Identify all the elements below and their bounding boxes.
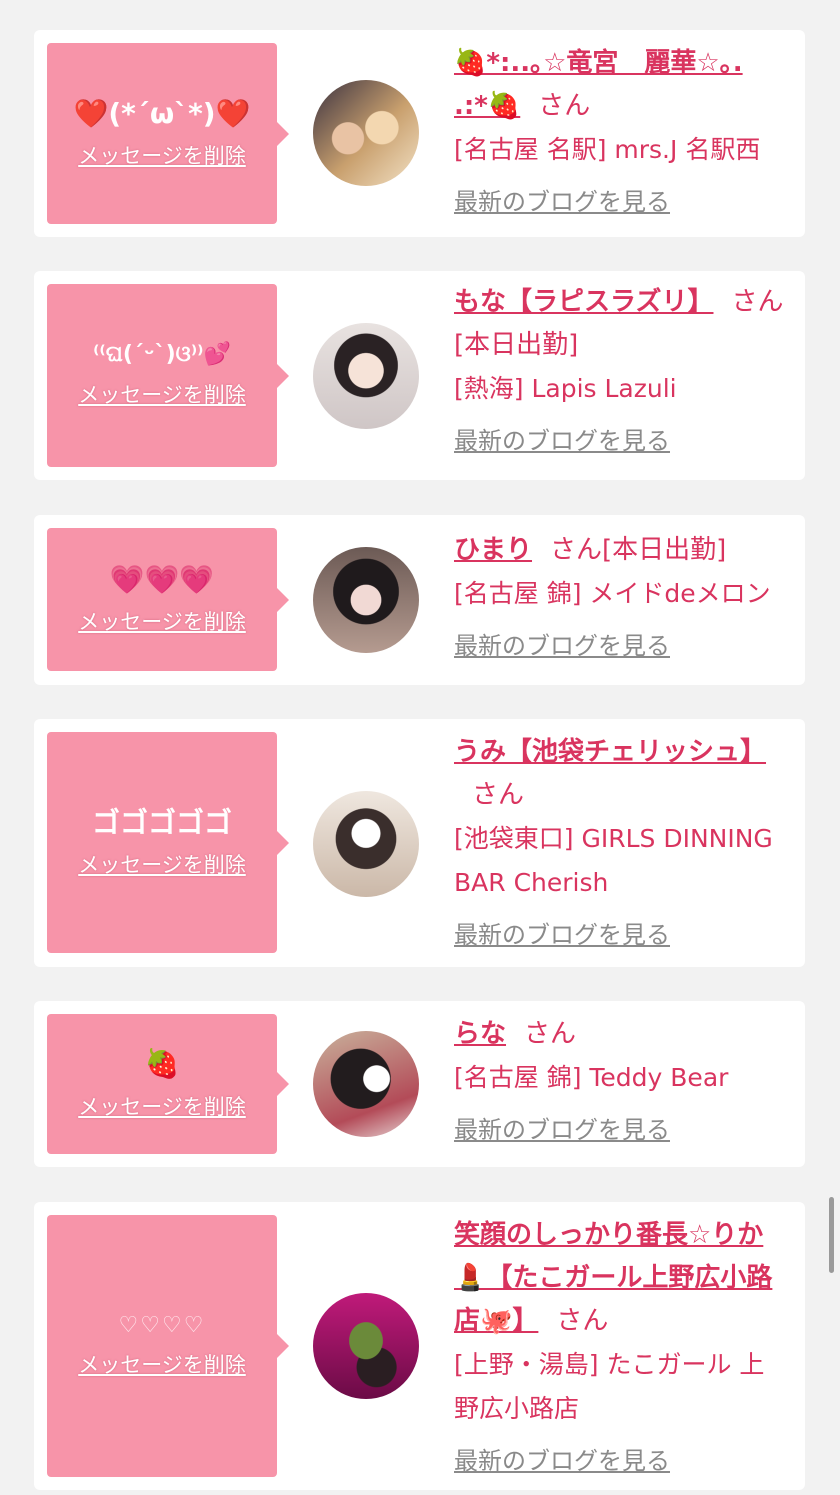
scrollbar[interactable] xyxy=(829,1197,834,1273)
name-line: もな【ラピスラズリ】 さん [本日出勤] xyxy=(454,281,785,367)
status-text: [本日出勤] xyxy=(454,330,579,360)
girl-name-link[interactable]: ひまり xyxy=(454,535,532,565)
honorific: さん xyxy=(731,287,784,317)
message-text: ゴゴゴゴゴ xyxy=(91,805,232,839)
shop-info: [名古屋 名駅] mrs.J 名駅西 xyxy=(454,135,761,164)
delete-message-link[interactable]: メッセージを削除 xyxy=(78,606,246,636)
favorite-card: ゴゴゴゴゴ メッセージを削除 うみ【池袋チェリッシュ】さん [池袋東口] GIR… xyxy=(34,719,805,967)
delete-message-link[interactable]: メッセージを削除 xyxy=(78,379,246,409)
avatar[interactable] xyxy=(313,547,419,653)
girl-info: うみ【池袋チェリッシュ】さん [池袋東口] GIRLS DINNING BAR … xyxy=(454,731,785,950)
shop-info: [名古屋 錦] Teddy Bear xyxy=(454,1063,729,1092)
message-text: ♡♡♡♡ xyxy=(118,1312,206,1338)
message-text: ⁽⁽ଘ(ˊᵕˋ)ଓ⁾⁾💕 xyxy=(93,342,231,368)
avatar[interactable] xyxy=(313,1031,419,1137)
avatar[interactable] xyxy=(313,80,419,186)
name-line: うみ【池袋チェリッシュ】さん xyxy=(454,731,785,817)
favorite-card: 💗💗💗 メッセージを削除 ひまり さん[本日出勤] [名古屋 錦] メイドdeメロ… xyxy=(34,515,805,685)
girl-info: らな さん [名古屋 錦] Teddy Bear 最新のブログを見る xyxy=(454,1013,785,1145)
name-line: 笑顔のしっかり番長☆りか💄【たこガール上野広小路店🐙】 さん xyxy=(454,1214,785,1343)
shop-info: [上野・湯島] たこガール 上野広小路店 xyxy=(454,1350,765,1423)
message-box: ⁽⁽ଘ(ˊᵕˋ)ଓ⁾⁾💕 メッセージを削除 xyxy=(47,284,289,467)
favorite-card: ⁽⁽ଘ(ˊᵕˋ)ଓ⁾⁾💕 メッセージを削除 もな【ラピスラズリ】 さん [本日出勤]… xyxy=(34,271,805,480)
honorific: さん xyxy=(550,535,603,565)
delete-message-link[interactable]: メッセージを削除 xyxy=(78,1349,246,1379)
message-box: ♡♡♡♡ メッセージを削除 xyxy=(47,1215,289,1477)
message-text: 🍓 xyxy=(144,1047,180,1081)
name-line: 🍓*:..｡☆竜宮 麗華☆｡. .:*🍓 さん xyxy=(454,42,785,128)
message-text: ❤️(*´ω`*)❤️ xyxy=(73,96,251,130)
latest-blog-link[interactable]: 最新のブログを見る xyxy=(454,1441,670,1476)
girl-name-link[interactable]: うみ【池袋チェリッシュ】 xyxy=(454,737,766,767)
girl-info: もな【ラピスラズリ】 さん [本日出勤] [熱海] Lapis Lazuli 最新の… xyxy=(454,281,785,456)
delete-message-link[interactable]: メッセージを削除 xyxy=(78,849,246,879)
message-box: 💗💗💗 メッセージを削除 xyxy=(47,528,289,671)
honorific: さん xyxy=(556,1306,609,1336)
favorite-card: ❤️(*´ω`*)❤️ メッセージを削除 🍓*:..｡☆竜宮 麗華☆｡. .:*… xyxy=(34,30,805,237)
latest-blog-link[interactable]: 最新のブログを見る xyxy=(454,915,670,950)
favorite-card: ♡♡♡♡ メッセージを削除 笑顔のしっかり番長☆りか💄【たこガール上野広小路店🐙… xyxy=(34,1202,805,1490)
message-box: ❤️(*´ω`*)❤️ メッセージを削除 xyxy=(47,43,289,224)
latest-blog-link[interactable]: 最新のブログを見る xyxy=(454,1110,670,1145)
favorite-card: 🍓 メッセージを削除 らな さん [名古屋 錦] Teddy Bear 最新のブロ… xyxy=(34,1001,805,1167)
girl-info: 🍓*:..｡☆竜宮 麗華☆｡. .:*🍓 さん [名古屋 名駅] mrs.J 名駅… xyxy=(454,42,785,217)
avatar[interactable] xyxy=(313,791,419,897)
delete-message-link[interactable]: メッセージを削除 xyxy=(78,140,246,170)
latest-blog-link[interactable]: 最新のブログを見る xyxy=(454,182,670,217)
latest-blog-link[interactable]: 最新のブログを見る xyxy=(454,626,670,661)
message-text: 💗💗💗 xyxy=(109,562,215,596)
girl-info: 笑顔のしっかり番長☆りか💄【たこガール上野広小路店🐙】 さん [上野・湯島] たこ… xyxy=(454,1214,785,1476)
status-text: [本日出勤] xyxy=(602,535,727,565)
avatar[interactable] xyxy=(313,1293,419,1399)
shop-info: [池袋東口] GIRLS DINNING BAR Cherish xyxy=(454,824,773,897)
girl-name-link[interactable]: 🍓*:..｡☆竜宮 麗華☆｡. .:*🍓 xyxy=(454,48,743,121)
avatar[interactable] xyxy=(313,323,419,429)
girl-name-link[interactable]: もな【ラピスラズリ】 xyxy=(454,287,713,317)
message-box: ゴゴゴゴゴ メッセージを削除 xyxy=(47,732,289,953)
message-box: 🍓 メッセージを削除 xyxy=(47,1014,289,1154)
shop-info: [熱海] Lapis Lazuli xyxy=(454,374,677,403)
name-line: ひまり さん[本日出勤] xyxy=(454,529,785,572)
girl-name-link[interactable]: らな xyxy=(454,1019,506,1049)
delete-message-link[interactable]: メッセージを削除 xyxy=(78,1091,246,1121)
honorific: さん xyxy=(524,1019,577,1049)
girl-info: ひまり さん[本日出勤] [名古屋 錦] メイドdeメロン 最新のブログを見る xyxy=(454,529,785,661)
shop-info: [名古屋 錦] メイドdeメロン xyxy=(454,579,771,608)
latest-blog-link[interactable]: 最新のブログを見る xyxy=(454,421,670,456)
girl-name-link[interactable]: 笑顔のしっかり番長☆りか💄【たこガール上野広小路店🐙】 xyxy=(454,1220,772,1336)
honorific: さん xyxy=(472,780,525,810)
honorific: さん xyxy=(538,91,591,121)
name-line: らな さん xyxy=(454,1013,785,1056)
